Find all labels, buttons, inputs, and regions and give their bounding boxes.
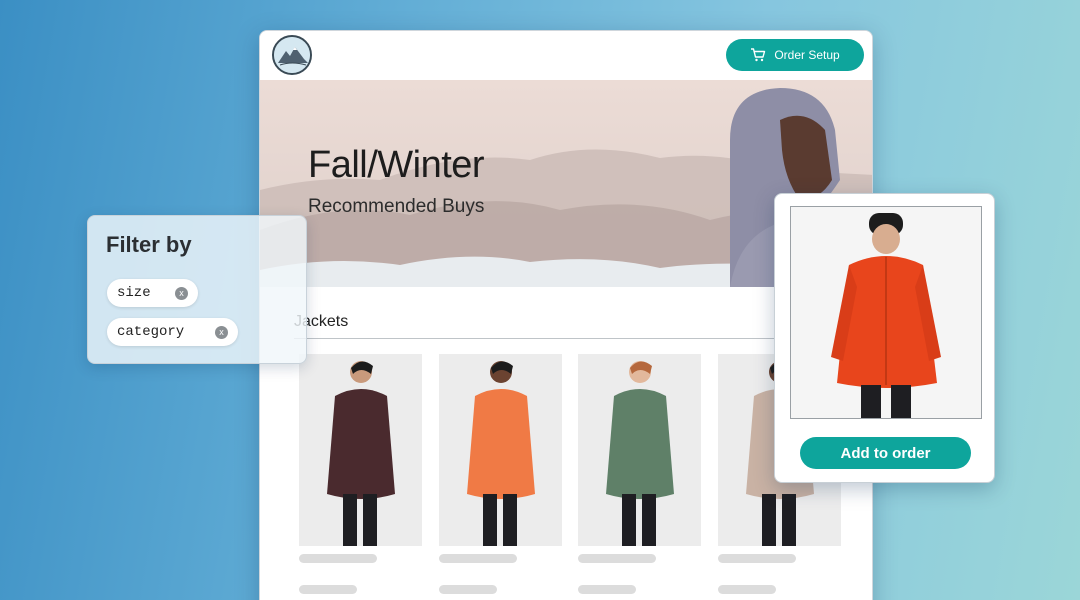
product-detail-image <box>790 206 982 419</box>
mountain-logo[interactable] <box>272 35 312 75</box>
hero-title: Fall/Winter <box>308 144 485 186</box>
red-jacket-image <box>791 207 981 418</box>
skeleton-bar <box>299 554 377 563</box>
filter-chip-size[interactable]: size x <box>107 279 198 307</box>
add-to-order-button[interactable]: Add to order <box>800 437 971 469</box>
order-setup-label: Order Setup <box>774 48 840 62</box>
filter-panel: Filter by size x category x <box>87 215 307 364</box>
top-bar: Order Setup <box>260 31 872 79</box>
jacket-shape <box>327 389 395 499</box>
product-card[interactable] <box>578 354 701 546</box>
skeleton-bar <box>578 554 656 563</box>
filter-title: Filter by <box>106 232 192 257</box>
product-image <box>606 361 674 546</box>
close-icon[interactable]: x <box>175 286 188 300</box>
skeleton-bar <box>718 585 776 594</box>
jacket-shape <box>467 389 535 499</box>
skeleton-bar <box>578 585 636 594</box>
product-image <box>327 361 395 546</box>
hero-subtitle: Recommended Buys <box>308 196 485 217</box>
skeleton-bar <box>439 585 497 594</box>
product-card[interactable] <box>439 354 562 546</box>
cart-icon <box>751 48 766 62</box>
skeleton-bar <box>718 554 796 563</box>
close-icon[interactable]: x <box>215 325 228 339</box>
product-card[interactable] <box>299 354 422 546</box>
chip-label: category <box>117 324 185 340</box>
skeleton-bar <box>299 585 357 594</box>
jacket-shape <box>606 389 674 499</box>
order-setup-button[interactable]: Order Setup <box>726 39 864 71</box>
product-popup: Add to order <box>774 193 995 483</box>
skeleton-bar <box>439 554 517 563</box>
section-divider <box>294 338 854 339</box>
filter-chip-category[interactable]: category x <box>107 318 238 346</box>
mountain-icon <box>274 37 310 73</box>
product-image <box>467 361 535 546</box>
chip-label: size <box>117 285 151 301</box>
